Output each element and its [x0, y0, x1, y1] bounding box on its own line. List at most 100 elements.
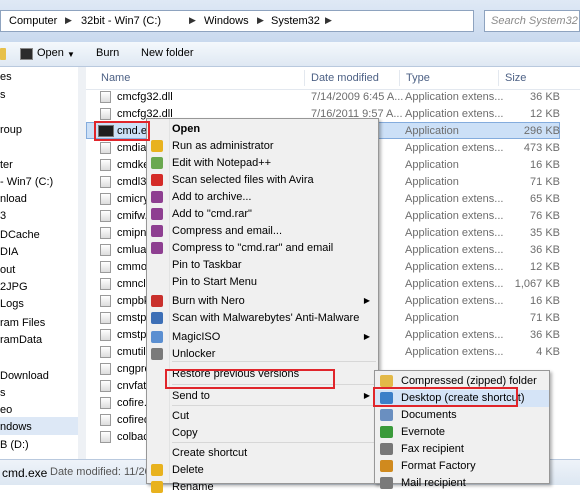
open-button[interactable]: Open [37, 47, 64, 59]
breadcrumb-drive[interactable]: 32bit - Win7 (C:) [81, 15, 161, 27]
dll-file-icon [100, 261, 111, 273]
file-name: cmcfg32.dll [117, 91, 173, 103]
nav-item[interactable]: eo [0, 404, 12, 416]
menu-item-pin-to-start-menu[interactable]: Pin to Start Menu [147, 274, 378, 291]
breadcrumb-chevron-icon[interactable]: ▶ [257, 15, 264, 26]
dll-file-icon [100, 193, 111, 205]
evernote-icon [380, 426, 393, 438]
breadcrumb-windows[interactable]: Windows [204, 15, 249, 27]
address-bar[interactable]: Computer ▶ 32bit - Win7 (C:) ▶ Windows ▶… [0, 10, 474, 32]
winrar-icon [151, 191, 163, 203]
nav-item-windows[interactable]: ndows [0, 421, 32, 433]
menu-item-create-shortcut[interactable]: Create shortcut [147, 445, 378, 462]
column-header-date[interactable]: Date modified [311, 72, 379, 84]
menu-item-label: Pin to Start Menu [172, 276, 257, 288]
menu-item-scan-selected-files-with-avira[interactable]: Scan selected files with Avira [147, 172, 378, 189]
menu-separator [172, 442, 376, 443]
file-type: Application [405, 159, 459, 171]
nav-item[interactable]: es [0, 71, 12, 83]
send-to-item-format-factory[interactable]: Format Factory [375, 458, 549, 475]
submenu-arrow-icon: ▶ [363, 296, 370, 305]
column-divider[interactable] [304, 70, 305, 86]
nav-item[interactable]: out [0, 264, 15, 276]
send-to-item-label: Evernote [401, 426, 446, 438]
menu-item-scan-with-malwarebytes-anti-malware[interactable]: Scan with Malwarebytes' Anti-Malware [147, 310, 378, 327]
breadcrumb-computer[interactable]: Computer [9, 15, 57, 27]
menu-item-magiciso[interactable]: MagicISO ▶ [147, 329, 378, 346]
file-size: 4 KB [536, 346, 560, 358]
nav-item-drive-c[interactable]: - Win7 (C:) [0, 176, 53, 188]
breadcrumb-system32[interactable]: System32 [271, 15, 320, 27]
send-to-item-documents[interactable]: Documents [375, 407, 549, 424]
nav-item[interactable]: 2JPG [0, 281, 28, 293]
file-type: Application [405, 125, 459, 137]
search-input[interactable]: Search System32 [491, 15, 578, 27]
breadcrumb-chevron-icon[interactable]: ▶ [325, 15, 332, 26]
cmd-app-icon[interactable] [20, 48, 33, 60]
menu-item-pin-to-taskbar[interactable]: Pin to Taskbar [147, 257, 378, 274]
fax-icon [380, 443, 393, 455]
file-type: Application [405, 176, 459, 188]
menu-item-label: Unlocker [172, 348, 216, 360]
magiciso-icon [151, 331, 163, 343]
menu-item-compress-to-cmd-rar-and-email[interactable]: Compress to "cmd.rar" and email [147, 240, 378, 257]
burn-button[interactable]: Burn [96, 47, 119, 59]
nav-item[interactable]: Download [0, 370, 49, 382]
menu-item-run-as-administrator[interactable]: Run as administrator [147, 138, 378, 155]
column-divider[interactable] [498, 70, 499, 86]
breadcrumb-chevron-icon[interactable]: ▶ [189, 15, 196, 26]
nav-item[interactable]: s [0, 387, 6, 399]
menu-item-label: Scan with Malwarebytes' Anti-Malware [172, 312, 360, 324]
column-header-name[interactable]: Name [101, 72, 130, 84]
menu-item-add-to-archive[interactable]: Add to archive... [147, 189, 378, 206]
file-size: 36 KB [530, 244, 560, 256]
nav-item[interactable]: nload [0, 193, 27, 205]
nav-item[interactable]: DCache [0, 229, 40, 241]
menu-item-rename[interactable]: Rename [147, 479, 378, 496]
new-folder-button[interactable]: New folder [141, 47, 194, 59]
send-to-item-fax-recipient[interactable]: Fax recipient [375, 441, 549, 458]
menu-item-edit-with-notepad[interactable]: Edit with Notepad++ [147, 155, 378, 172]
send-to-item-evernote[interactable]: Evernote [375, 424, 549, 441]
menu-item-unlocker[interactable]: Unlocker [147, 346, 378, 363]
nav-item[interactable]: roup [0, 124, 22, 136]
nav-item[interactable]: Logs [0, 298, 24, 310]
nav-item[interactable]: ram Files [0, 317, 45, 329]
mail-icon [380, 477, 393, 489]
avira-icon [151, 174, 163, 186]
menu-item-add-to-cmd-rar[interactable]: Add to "cmd.rar" [147, 206, 378, 223]
file-name: cmdke [117, 159, 150, 171]
menu-item-delete[interactable]: Delete [147, 462, 378, 479]
file-type: Application extens... [405, 91, 504, 103]
menu-item-copy[interactable]: Copy [147, 425, 378, 442]
menu-item-burn-with-nero[interactable]: Burn with Nero ▶ [147, 293, 378, 310]
nav-item-drive-d[interactable]: B (D:) [0, 439, 29, 451]
file-row[interactable]: cmcfg32.dll 7/14/2009 6:45 A... Applicatio… [86, 89, 580, 106]
file-name: cofire. [117, 397, 147, 409]
nav-item[interactable]: ter [0, 159, 13, 171]
file-type: Application extens... [405, 244, 504, 256]
menu-item-label: Edit with Notepad++ [172, 157, 272, 169]
breadcrumb-chevron-icon[interactable]: ▶ [65, 15, 72, 26]
file-name: cmlua. [117, 244, 150, 256]
file-name: cmutil. [117, 346, 149, 358]
nav-item[interactable]: 3 [0, 210, 6, 222]
dll-file-icon [100, 176, 111, 188]
menu-item-send-to[interactable]: Send to ▶ [147, 388, 378, 405]
column-header-type[interactable]: Type [406, 72, 430, 84]
column-divider[interactable] [399, 70, 400, 86]
winrar-icon [151, 208, 163, 220]
open-dropdown-icon[interactable]: ▼ [67, 50, 75, 59]
file-name: cmdial [117, 142, 149, 154]
nav-scrollbar[interactable] [78, 67, 86, 459]
file-size: 12 KB [530, 261, 560, 273]
nav-item[interactable]: s [0, 89, 6, 101]
nav-item[interactable]: ramData [0, 334, 42, 346]
nav-item[interactable]: DIA [0, 246, 18, 258]
menu-item-open[interactable]: Open [147, 121, 378, 138]
search-box[interactable]: Search System32 [484, 10, 580, 32]
menu-item-compress-and-email[interactable]: Compress and email... [147, 223, 378, 240]
menu-item-cut[interactable]: Cut [147, 408, 378, 425]
file-type: Application extens... [405, 261, 504, 273]
column-header-size[interactable]: Size [505, 72, 526, 84]
